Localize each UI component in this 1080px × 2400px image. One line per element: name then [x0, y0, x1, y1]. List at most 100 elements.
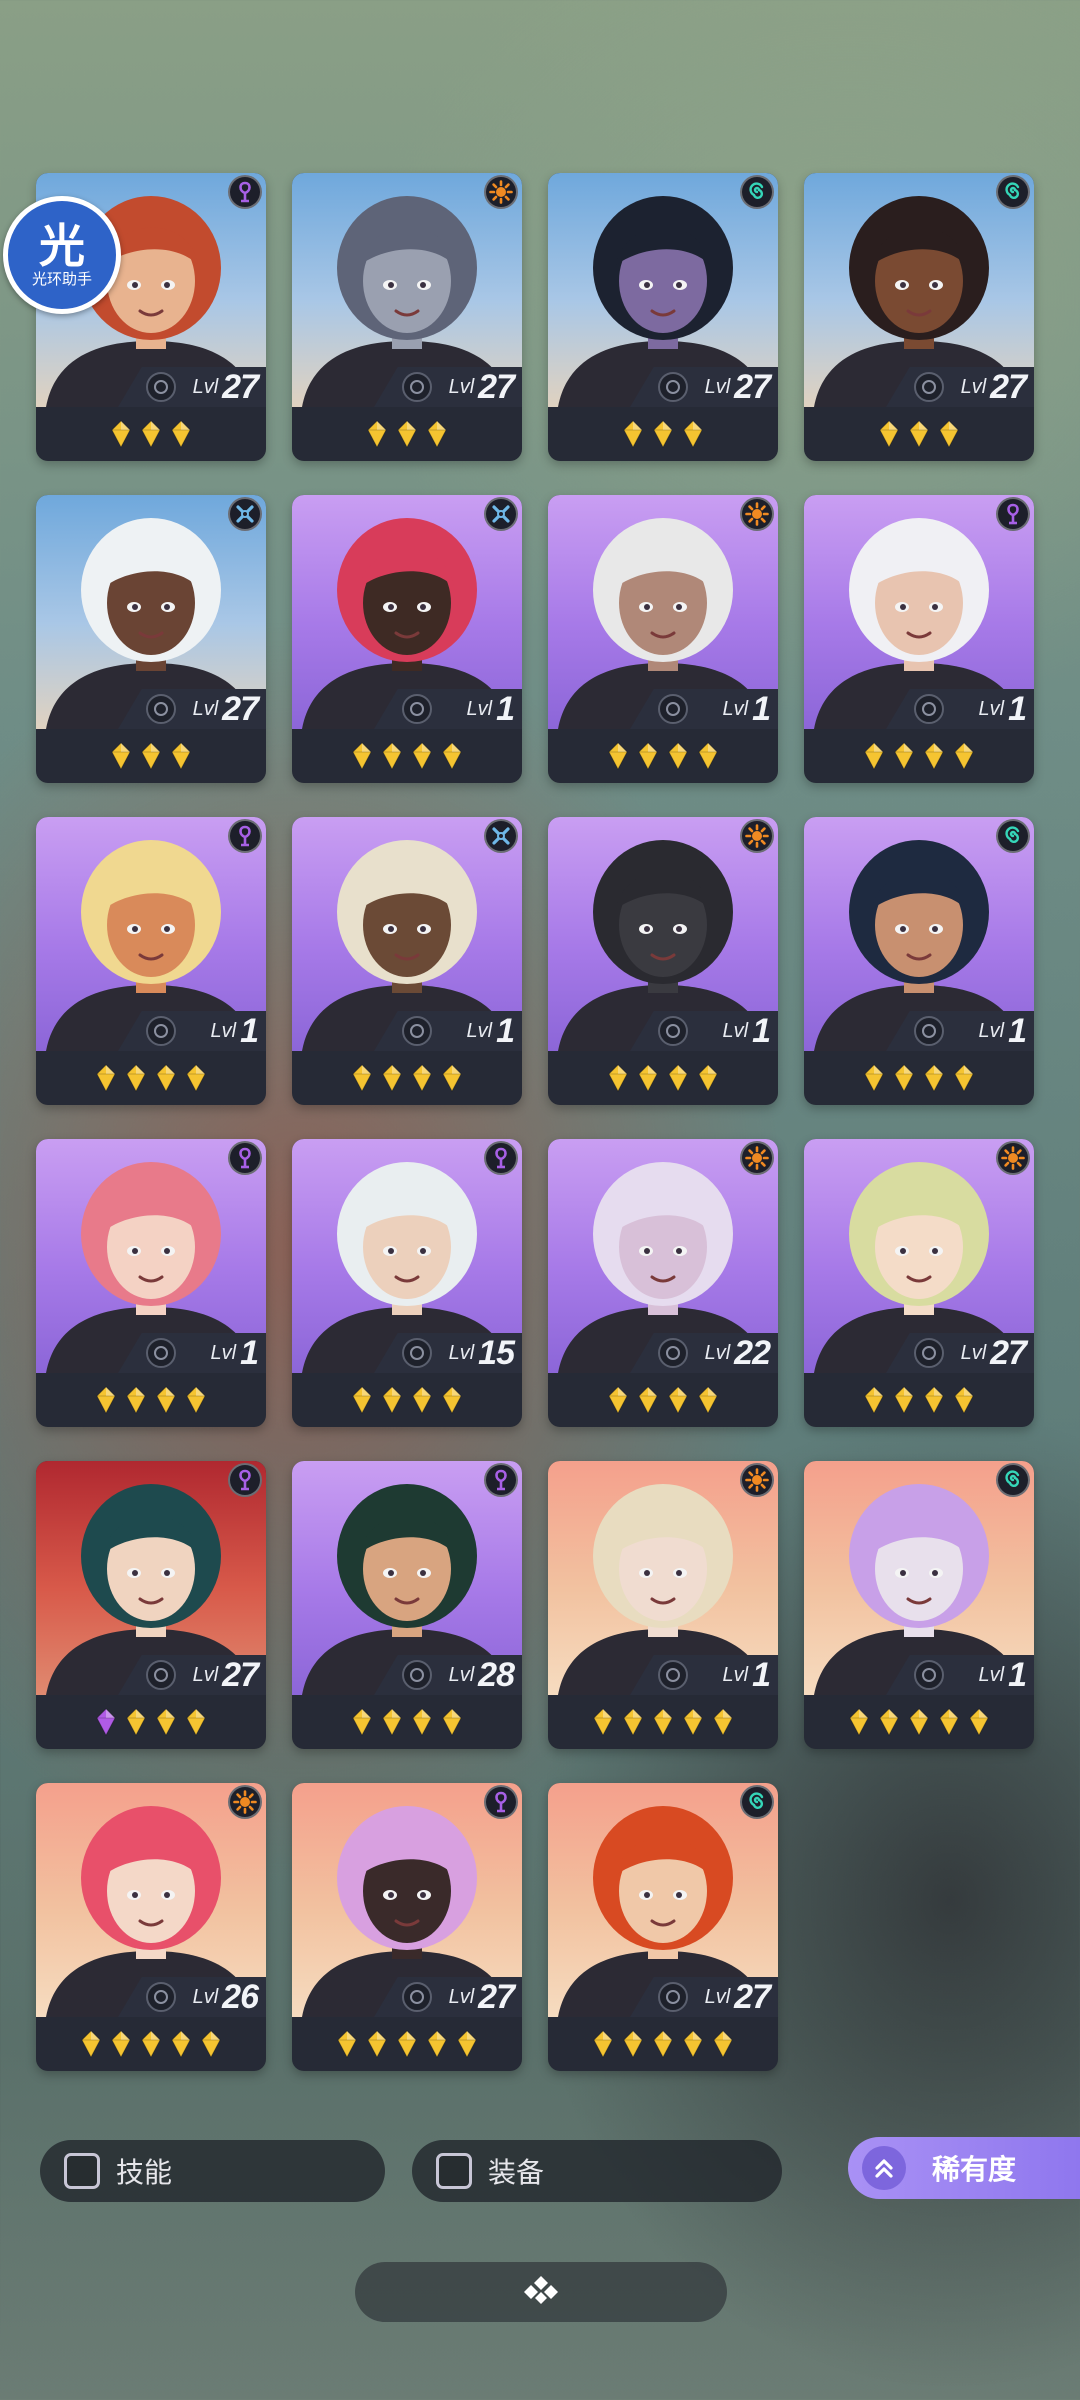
hero-card[interactable]: Lvl 1 [804, 1461, 1034, 1749]
equipment-filter-label: 装备 [488, 2156, 545, 2189]
gold-star-icon [652, 1708, 674, 1737]
gold-star-icon [968, 1708, 990, 1737]
gold-star-icon [697, 1064, 719, 1093]
level-label: Lvl [722, 697, 749, 720]
faction-purple-icon [228, 1141, 262, 1175]
gold-star-icon [110, 2030, 132, 2059]
gold-star-icon [441, 1064, 463, 1093]
rarity-sort-button[interactable]: 稀有度 [848, 2137, 1080, 2199]
hero-card[interactable]: Lvl 1 [292, 817, 522, 1105]
gold-star-icon [682, 2030, 704, 2059]
hero-card[interactable]: Lvl 27 [548, 173, 778, 461]
gold-star-icon [908, 420, 930, 449]
watermark-text: 光环助手 [31, 270, 92, 288]
hero-card[interactable]: Lvl 27 [548, 1783, 778, 2071]
hero-card[interactable]: Lvl 15 [292, 1139, 522, 1427]
level-label: Lvl [722, 1019, 749, 1042]
hero-card[interactable]: Lvl 1 [548, 1461, 778, 1749]
gold-star-icon [336, 2030, 358, 2059]
gold-star-icon [607, 1064, 629, 1093]
level-plate: Lvl 27 [374, 1977, 522, 2017]
gold-star-icon [953, 1386, 975, 1415]
weapon-slot-icon [914, 1016, 944, 1046]
gold-star-icon [456, 2030, 478, 2059]
gold-star-icon [592, 1708, 614, 1737]
gold-star-icon [155, 1386, 177, 1415]
gold-star-icon [381, 1386, 403, 1415]
level-plate: Lvl 1 [118, 1011, 266, 1051]
level-label: Lvl [448, 1663, 475, 1686]
faction-orange-icon [740, 1463, 774, 1497]
gold-star-icon [185, 1708, 207, 1737]
hero-card[interactable]: Lvl 27 [292, 1783, 522, 2071]
watermark-logo: 光 光环助手 [3, 196, 121, 314]
bottom-handle-bar[interactable] [355, 2262, 727, 2322]
faction-purple-icon [484, 1463, 518, 1497]
hero-card[interactable]: Lvl 1 [292, 495, 522, 783]
weapon-slot-icon [402, 1338, 432, 1368]
gold-star-icon [366, 420, 388, 449]
star-rating [292, 1373, 522, 1427]
gold-star-icon [426, 420, 448, 449]
gold-star-icon [441, 1386, 463, 1415]
hero-card[interactable]: Lvl 1 [36, 817, 266, 1105]
hero-card[interactable]: Lvl 1 [804, 495, 1034, 783]
hero-card[interactable]: Lvl 27 [292, 173, 522, 461]
skill-filter-toggle[interactable]: 技能 [40, 2140, 385, 2202]
weapon-slot-icon [146, 694, 176, 724]
star-rating [548, 1051, 778, 1105]
weapon-slot-icon [914, 694, 944, 724]
faction-orange-icon [228, 1785, 262, 1819]
star-rating [36, 1051, 266, 1105]
level-value: 1 [496, 689, 515, 728]
level-value: 1 [240, 1011, 259, 1050]
gold-star-icon [712, 1708, 734, 1737]
equipment-checkbox[interactable] [436, 2153, 472, 2189]
faction-purple-icon [996, 497, 1030, 531]
gold-star-icon [95, 1064, 117, 1093]
level-value: 27 [222, 1655, 259, 1694]
gold-star-icon [622, 1708, 644, 1737]
weapon-slot-icon [146, 1338, 176, 1368]
hero-card[interactable]: Lvl 27 [804, 1139, 1034, 1427]
star-rating [804, 1373, 1034, 1427]
gold-star-icon [185, 1386, 207, 1415]
level-value: 27 [734, 1977, 771, 2016]
star-rating [548, 729, 778, 783]
gold-star-icon [893, 1386, 915, 1415]
faction-purple-icon [228, 819, 262, 853]
skill-checkbox[interactable] [64, 2153, 100, 2189]
hero-card[interactable]: Lvl 1 [804, 817, 1034, 1105]
level-plate: Lvl 27 [118, 367, 266, 407]
gold-star-icon [125, 1708, 147, 1737]
level-value: 27 [222, 367, 259, 406]
level-label: Lvl [704, 375, 731, 398]
hero-card[interactable]: Lvl 28 [292, 1461, 522, 1749]
gold-star-icon [366, 2030, 388, 2059]
hero-card[interactable]: Lvl 1 [548, 817, 778, 1105]
star-rating [804, 1695, 1034, 1749]
gold-star-icon [848, 1708, 870, 1737]
hero-card[interactable]: Lvl 27 [36, 1461, 266, 1749]
gold-star-icon [652, 420, 674, 449]
level-plate: Lvl 1 [118, 1333, 266, 1373]
gold-star-icon [381, 1064, 403, 1093]
gold-star-icon [140, 420, 162, 449]
star-rating [548, 1695, 778, 1749]
equipment-filter-toggle[interactable]: 装备 [412, 2140, 782, 2202]
gold-star-icon [637, 742, 659, 771]
level-plate: Lvl 1 [630, 1655, 778, 1695]
weapon-slot-icon [402, 694, 432, 724]
hero-card[interactable]: Lvl 27 [36, 495, 266, 783]
hero-card[interactable]: Lvl 1 [36, 1139, 266, 1427]
hero-card[interactable]: Lvl 27 [804, 173, 1034, 461]
level-value: 27 [222, 689, 259, 728]
gold-star-icon [351, 1386, 373, 1415]
hero-card[interactable]: Lvl 26 [36, 1783, 266, 2071]
faction-teal-icon [740, 175, 774, 209]
gold-star-icon [908, 1708, 930, 1737]
weapon-slot-icon [914, 1338, 944, 1368]
hero-card[interactable]: Lvl 22 [548, 1139, 778, 1427]
hero-card[interactable]: Lvl 1 [548, 495, 778, 783]
star-rating [36, 1695, 266, 1749]
